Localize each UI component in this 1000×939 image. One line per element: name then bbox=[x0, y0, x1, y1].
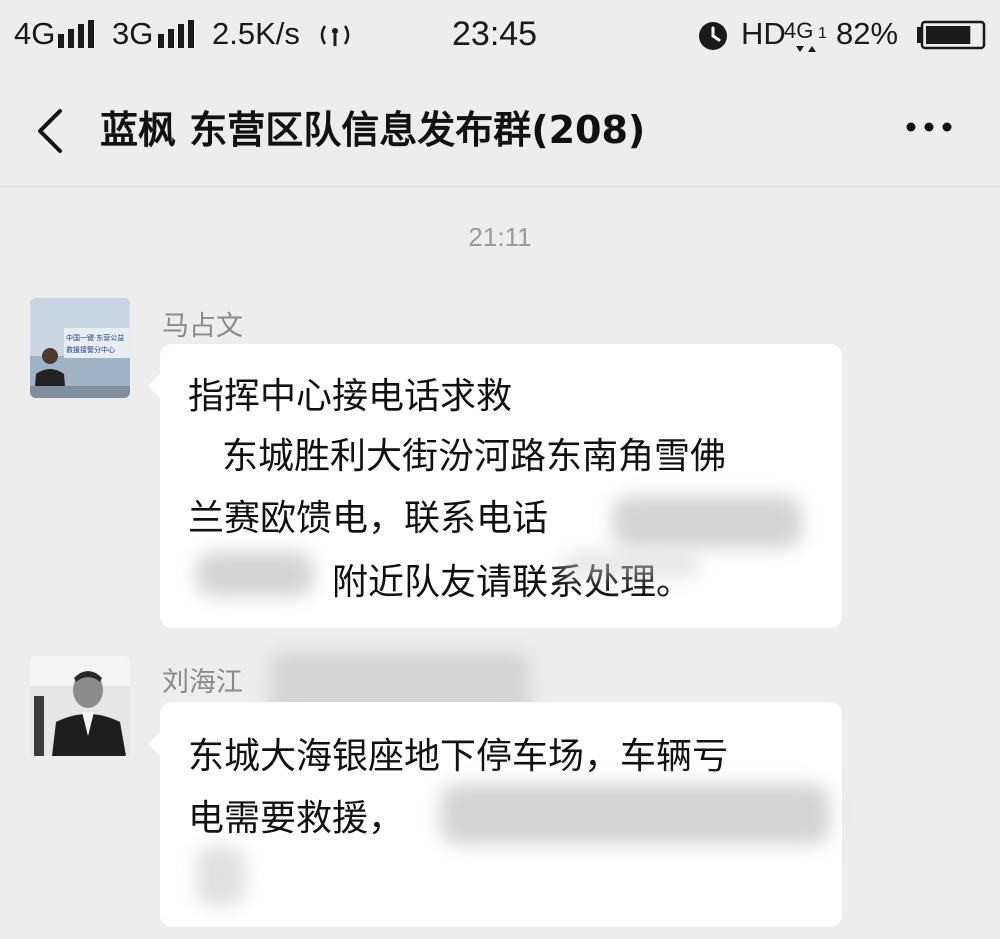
message-line: 电需要救援， bbox=[188, 798, 405, 839]
network-speed: 2.5K/s bbox=[212, 16, 300, 51]
message-line: 东城大海银座地下停车场，车辆亏 bbox=[188, 736, 729, 777]
alarm-clock-icon bbox=[699, 22, 727, 50]
net-badge-sub: 1 bbox=[818, 25, 827, 42]
redacted-phone-number bbox=[440, 784, 830, 844]
redaction-smudge bbox=[196, 846, 246, 906]
hotspot-icon bbox=[320, 25, 350, 46]
network-2-label: 3G bbox=[112, 16, 154, 51]
status-bar: 4G 3G 2.5K/s 23:45 HD 4G 1 82% bbox=[0, 0, 1000, 72]
avatar-text-2: 救援接警分中心 bbox=[66, 345, 115, 354]
chat-screen: 4G 3G 2.5K/s 23:45 HD 4G 1 82% 蓝枫 东营区队信息… bbox=[0, 0, 1000, 939]
more-options-icon[interactable] bbox=[904, 120, 954, 134]
back-arrow-icon[interactable] bbox=[34, 108, 64, 154]
redacted-phone-number bbox=[612, 496, 802, 548]
signal-strength-icon bbox=[158, 20, 194, 48]
message-timestamp: 21:11 bbox=[468, 222, 532, 252]
message-line: 东城胜利大街汾河路东南角雪佛 bbox=[222, 436, 727, 477]
clock: 23:45 bbox=[452, 15, 538, 53]
sender-name: 马占文 bbox=[162, 311, 243, 342]
hd-indicator: HD bbox=[741, 16, 786, 51]
message-line: 指挥中心接电话求救 bbox=[188, 376, 513, 417]
redaction-smudge bbox=[560, 552, 700, 578]
chat-header: 蓝枫 东营区队信息发布群(208) bbox=[0, 72, 1000, 187]
avatar-text-1: 中国一键·东营公益 bbox=[66, 333, 124, 342]
avatar[interactable] bbox=[30, 656, 130, 756]
battery-percent: 82% bbox=[836, 16, 899, 51]
avatar-photo-1: 中国一键·东营公益 救援接警分中心 bbox=[30, 298, 130, 398]
sender-name: 刘海江 bbox=[162, 667, 243, 698]
net-badge-label: 4G bbox=[784, 18, 813, 43]
signal-strength-icon bbox=[58, 20, 94, 48]
redacted-phone-number bbox=[196, 552, 314, 596]
chat-title: 蓝枫 东营区队信息发布群(208) bbox=[100, 108, 646, 152]
network-1-label: 4G bbox=[14, 16, 56, 51]
avatar[interactable]: 中国一键·东营公益 救援接警分中心 bbox=[30, 298, 130, 398]
battery-icon bbox=[917, 20, 986, 50]
avatar-photo-2 bbox=[30, 656, 130, 756]
message-line: 兰赛欧馈电，联系电话 bbox=[188, 498, 549, 539]
mobile-data-icon: 4G 1 bbox=[784, 18, 827, 52]
